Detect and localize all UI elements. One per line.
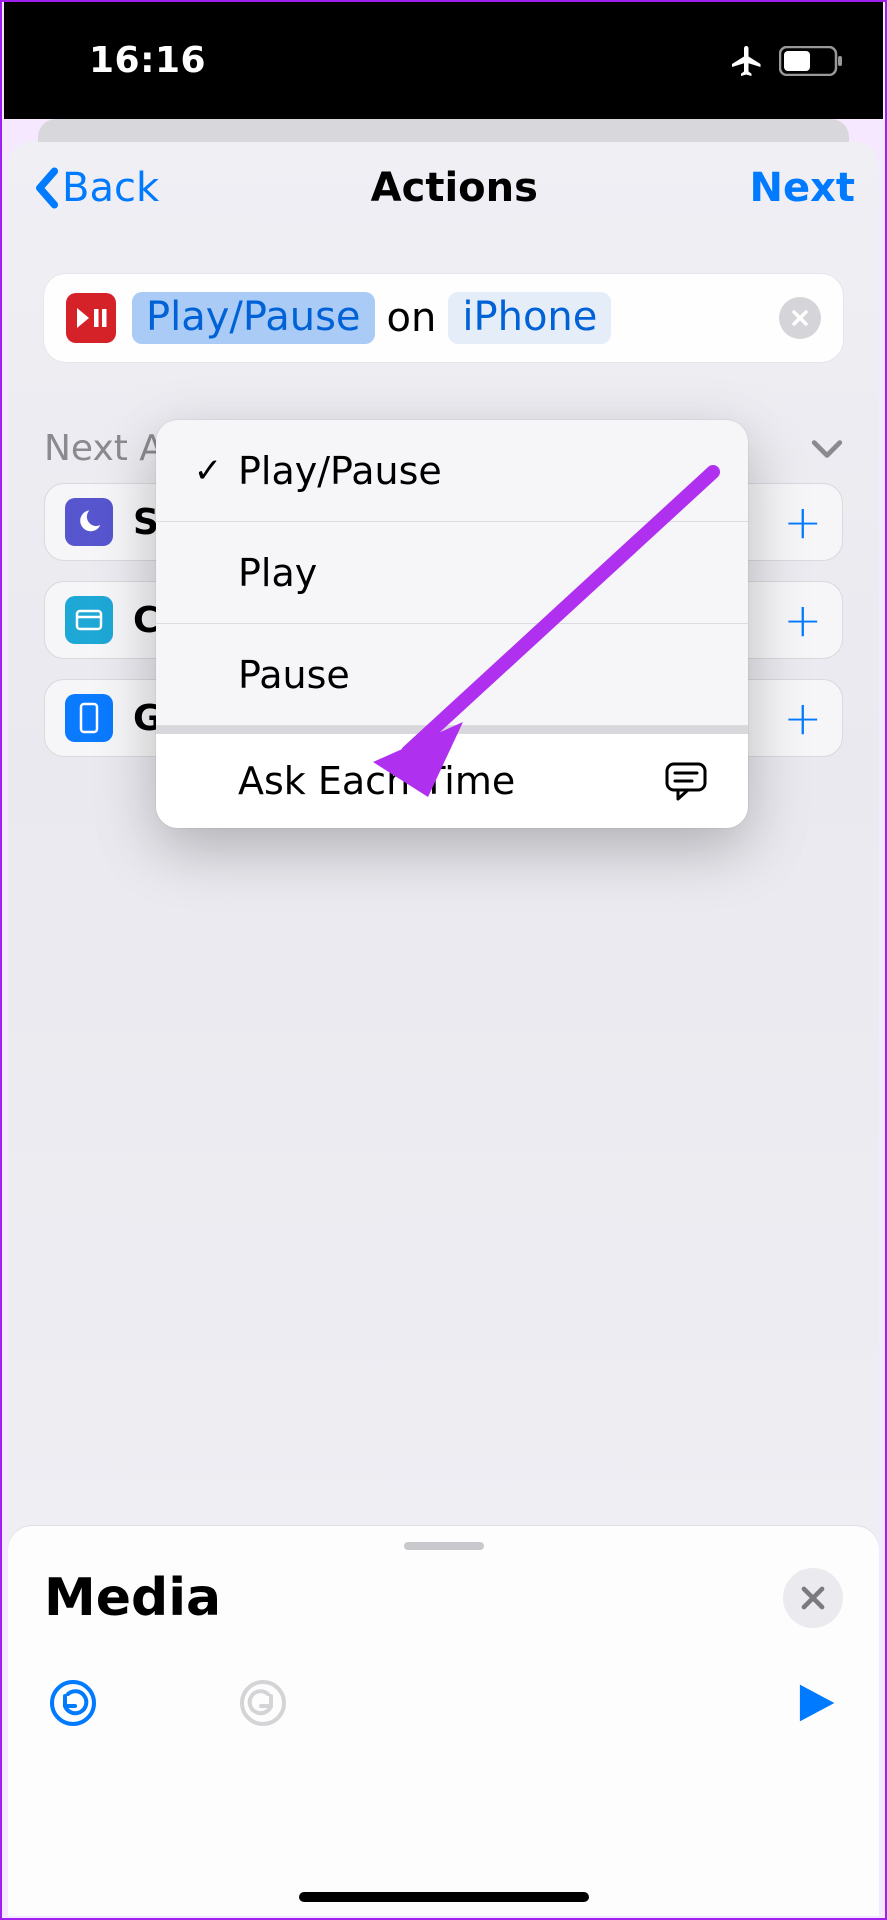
panel-header: Media	[8, 1550, 879, 1628]
device-icon	[65, 694, 113, 742]
action-text: Play/Pause on iPhone	[132, 292, 611, 344]
parameter-popup-menu: ✓ Play/Pause Play Pause Ask Each Time	[156, 420, 748, 828]
nav-bar: Back Actions Next	[8, 142, 879, 234]
popup-option-play-pause[interactable]: ✓ Play/Pause	[156, 420, 748, 522]
back-button[interactable]: Back	[32, 165, 159, 211]
battery-icon	[779, 46, 843, 76]
next-button[interactable]: Next	[749, 165, 855, 211]
chevron-down-icon	[811, 439, 843, 459]
popup-option-label: Play/Pause	[238, 449, 442, 493]
action-param-device[interactable]: iPhone	[448, 292, 611, 344]
action-param-operation[interactable]: Play/Pause	[132, 292, 375, 344]
play-pause-app-icon	[66, 293, 116, 343]
panel-title: Media	[44, 1568, 221, 1628]
moon-icon	[65, 498, 113, 546]
popup-option-pause[interactable]: Pause	[156, 624, 748, 726]
status-indicators	[729, 43, 843, 79]
ask-bubble-icon	[664, 761, 708, 801]
search-panel[interactable]: Media	[8, 1526, 879, 1916]
checkmark-icon: ✓	[186, 451, 230, 491]
status-time: 16:16	[89, 40, 206, 81]
popup-option-ask-each-time[interactable]: Ask Each Time	[156, 726, 748, 828]
undo-button[interactable]	[48, 1678, 98, 1728]
chevron-left-icon	[32, 167, 60, 209]
add-suggestion-button[interactable]: +	[783, 593, 822, 647]
remove-action-button[interactable]	[779, 297, 821, 339]
popup-option-label: Play	[238, 551, 317, 595]
home-indicator[interactable]	[299, 1892, 589, 1902]
run-button[interactable]	[793, 1680, 839, 1726]
redo-button[interactable]	[238, 1678, 288, 1728]
add-suggestion-button[interactable]: +	[783, 495, 822, 549]
airplane-mode-icon	[729, 43, 765, 79]
popup-option-label: Ask Each Time	[238, 759, 515, 803]
modal-sheet: Back Actions Next Play/Pause on iPhone N…	[8, 142, 879, 1916]
close-icon	[800, 1585, 826, 1611]
popup-option-play[interactable]: Play	[156, 522, 748, 624]
popup-option-label: Pause	[238, 653, 350, 697]
menu-icon	[65, 596, 113, 644]
panel-close-button[interactable]	[783, 1568, 843, 1628]
panel-toolbar	[8, 1628, 879, 1728]
action-row: Play/Pause on iPhone	[44, 274, 843, 362]
back-label: Back	[62, 165, 159, 211]
add-suggestion-button[interactable]: +	[783, 691, 822, 745]
close-icon	[790, 308, 810, 328]
page-title: Actions	[371, 165, 538, 211]
drag-handle[interactable]	[404, 1542, 484, 1550]
action-connector: on	[387, 295, 437, 341]
status-bar: 16:16	[4, 2, 883, 119]
